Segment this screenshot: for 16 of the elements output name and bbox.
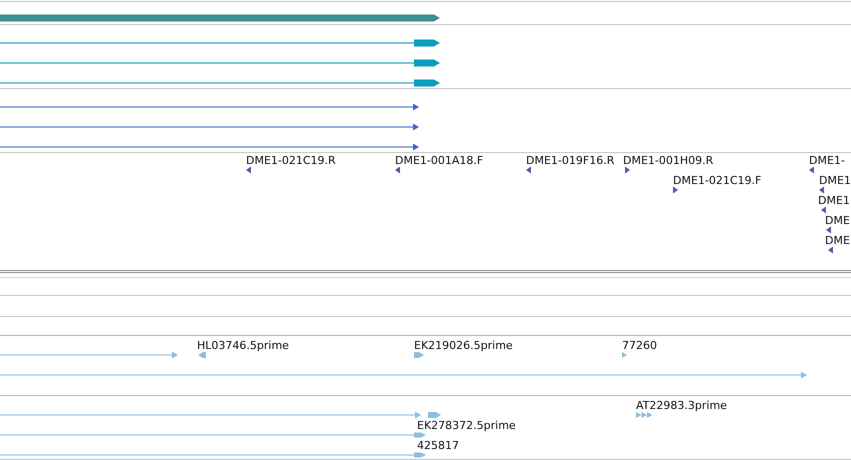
feature-label: DME1-021C19.R xyxy=(246,154,336,167)
feature-label: EK219026.5prime xyxy=(414,339,513,352)
feature-label: DME1-019F16.R xyxy=(526,154,614,167)
feature-label: EK278372.5prime xyxy=(417,419,516,432)
feature-label: DME1-001H09.R xyxy=(623,154,714,167)
feature-label: DME1-021C19.F xyxy=(673,174,762,187)
feature-label: DME1- xyxy=(809,154,845,167)
feature-label: 77260 xyxy=(622,339,657,352)
feature-label: 425817 xyxy=(417,439,459,452)
feature-label: DME xyxy=(825,214,850,227)
feature-label: DME xyxy=(825,234,850,247)
feature-label: DME1-001A18.F xyxy=(395,154,484,167)
feature-label: HL03746.5prime xyxy=(197,339,289,352)
feature-label: DME1 xyxy=(818,194,850,207)
feature-label: AT22983.3prime xyxy=(636,399,727,412)
feature-label: DME1 xyxy=(819,174,851,187)
